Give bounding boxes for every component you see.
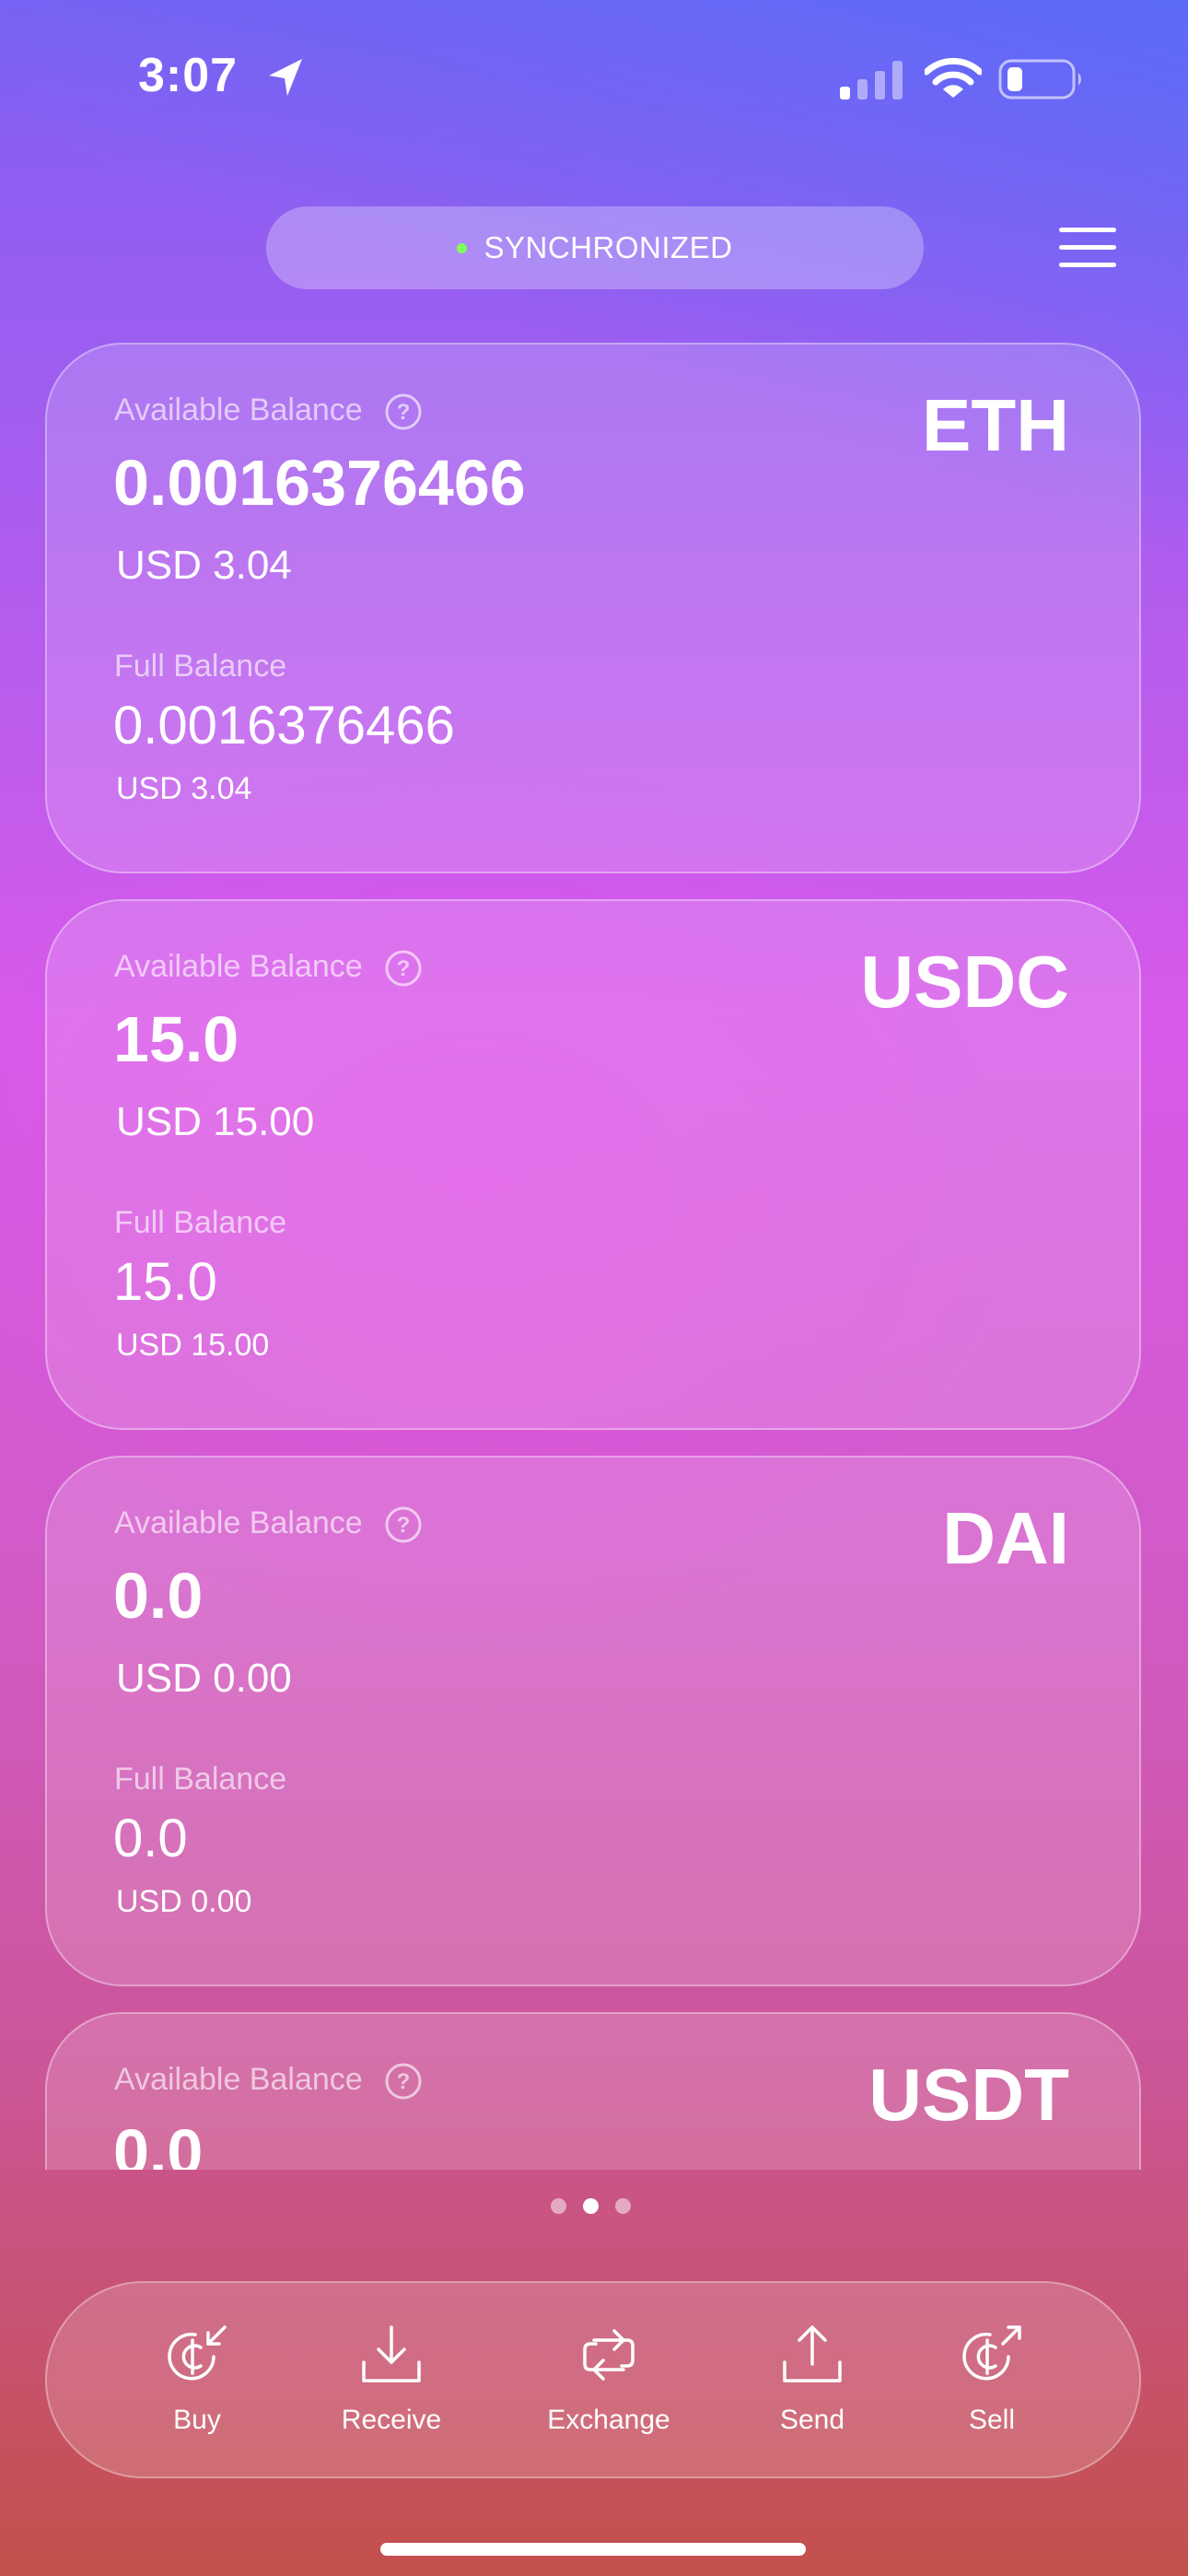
buy-button[interactable]: Buy: [114, 2320, 280, 2449]
token-ticker: USDT: [868, 2054, 1069, 2136]
help-icon[interactable]: ?: [384, 949, 423, 988]
available-balance-value: 0.0016376466: [113, 447, 526, 519]
svg-text:?: ?: [397, 1513, 411, 1538]
help-icon[interactable]: ?: [384, 1505, 423, 1544]
action-bar: Buy Receive Exchange Send Sell: [45, 2281, 1141, 2478]
receive-icon: [362, 2325, 421, 2383]
help-icon[interactable]: ?: [384, 2062, 423, 2101]
svg-text:?: ?: [397, 2069, 411, 2094]
sell-button[interactable]: Sell: [909, 2320, 1075, 2449]
buy-label: Buy: [173, 2405, 221, 2435]
exchange-button[interactable]: Exchange: [526, 2320, 692, 2449]
full-balance-label: Full Balance: [114, 649, 287, 684]
svg-text:?: ?: [397, 400, 411, 425]
available-balance-label: Available Balance: [114, 1505, 363, 1540]
page-dot-active[interactable]: [583, 2198, 599, 2214]
available-balance-label: Available Balance: [114, 2062, 363, 2097]
available-balance-label: Available Balance: [114, 392, 363, 427]
exchange-label: Exchange: [547, 2405, 670, 2435]
token-ticker: ETH: [922, 384, 1069, 466]
full-balance-value: 0.0016376466: [113, 696, 455, 755]
balance-card-eth[interactable]: Available Balance ? ETH 0.0016376466 USD…: [45, 343, 1141, 873]
svg-text:?: ?: [397, 956, 411, 981]
receive-button[interactable]: Receive: [309, 2320, 474, 2449]
full-balance-label: Full Balance: [114, 1205, 287, 1240]
exchange-icon: [583, 2329, 635, 2381]
token-ticker: USDC: [860, 941, 1069, 1023]
full-balance-value: 0.0: [113, 1809, 188, 1868]
full-balance-usd: USD 0.00: [116, 1884, 252, 1919]
full-balance-label: Full Balance: [114, 1762, 287, 1797]
available-balance-usd: USD 0.00: [116, 1656, 292, 1701]
available-balance-usd: USD 15.00: [116, 1099, 315, 1144]
sell-coin-icon: [962, 2325, 1021, 2381]
page-dot[interactable]: [615, 2198, 631, 2214]
available-balance-usd: USD 3.04: [116, 543, 292, 588]
available-balance-value: 0.0: [113, 1560, 204, 1632]
balance-card-dai[interactable]: Available Balance ? DAI 0.0 USD 0.00 Ful…: [45, 1456, 1141, 1986]
sell-label: Sell: [968, 2405, 1016, 2435]
page-dot[interactable]: [551, 2198, 566, 2214]
balance-card-usdc[interactable]: Available Balance ? USDC 15.0 USD 15.00 …: [45, 899, 1141, 1430]
send-icon: [783, 2325, 842, 2383]
receive-label: Receive: [341, 2405, 442, 2435]
full-balance-usd: USD 15.00: [116, 1328, 270, 1363]
available-balance-value: 15.0: [113, 1003, 239, 1075]
send-label: Send: [779, 2405, 845, 2435]
help-icon[interactable]: ?: [384, 392, 423, 431]
balance-card-list[interactable]: Available Balance ? ETH 0.0016376466 USD…: [0, 0, 1188, 2170]
buy-coin-icon: [168, 2325, 227, 2381]
available-balance-label: Available Balance: [114, 949, 363, 984]
page-indicator[interactable]: [551, 2198, 631, 2214]
send-button[interactable]: Send: [729, 2320, 895, 2449]
full-balance-usd: USD 3.04: [116, 771, 252, 806]
token-ticker: DAI: [942, 1497, 1069, 1579]
home-indicator[interactable]: [380, 2543, 806, 2556]
available-balance-value: 0.0: [113, 2116, 204, 2170]
balance-card-usdt[interactable]: Available Balance ? USDT 0.0: [45, 2012, 1141, 2170]
full-balance-value: 15.0: [113, 1252, 217, 1312]
